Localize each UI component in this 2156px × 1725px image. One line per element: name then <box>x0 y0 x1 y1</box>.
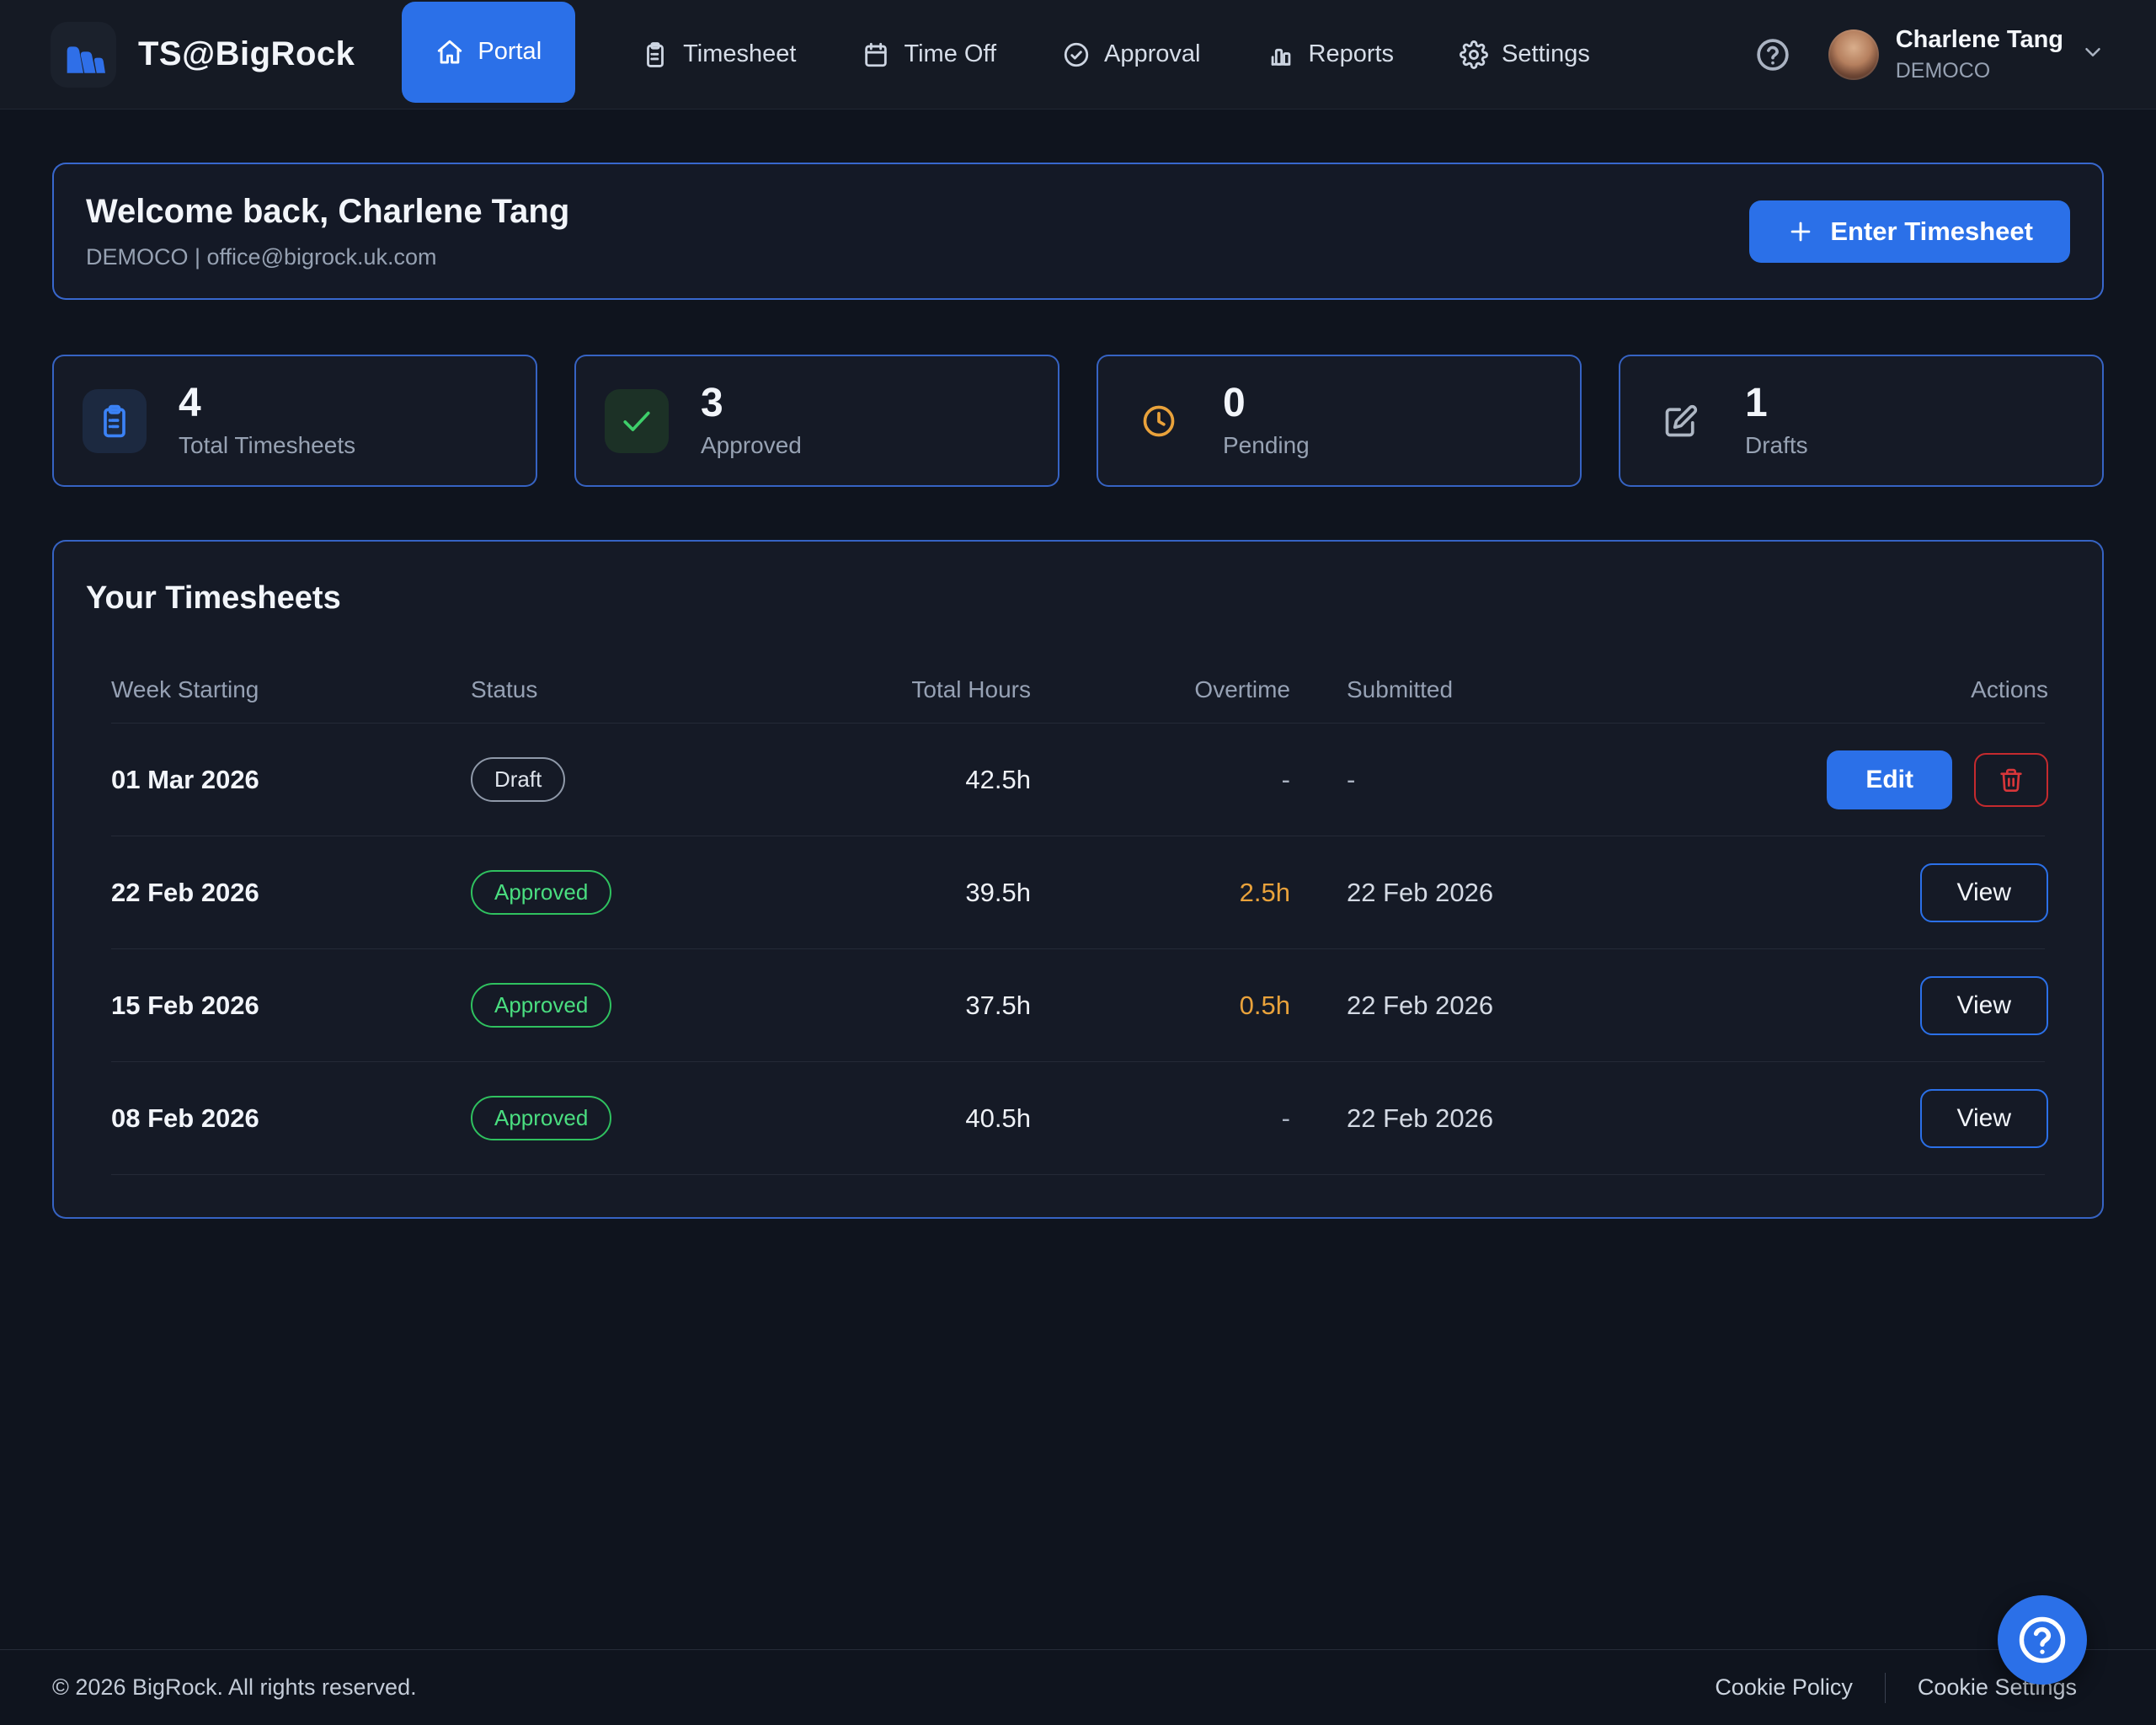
nav-item-portal[interactable]: Portal <box>402 2 575 103</box>
cell-overtime: - <box>1031 1103 1290 1134</box>
edit-icon <box>1649 389 1713 453</box>
col-total-hours: Total Hours <box>841 676 1031 703</box>
cell-overtime: 2.5h <box>1031 878 1290 908</box>
bar-chart-icon <box>1267 40 1295 69</box>
cell-actions: View <box>1804 863 2048 922</box>
stat-value: 4 <box>179 383 355 424</box>
nav-item-settings[interactable]: Settings <box>1460 0 1590 109</box>
stat-value: 1 <box>1745 383 1808 424</box>
gear-icon <box>1460 40 1488 69</box>
cell-total-hours: 40.5h <box>841 1103 1031 1134</box>
cell-actions: View <box>1804 1089 2048 1148</box>
panel-title: Your Timesheets <box>86 580 2072 617</box>
view-button[interactable]: View <box>1920 1089 2048 1148</box>
help-circle-icon <box>2015 1613 2069 1667</box>
help-fab-button[interactable] <box>1998 1595 2087 1685</box>
table-header: Week Starting Status Total Hours Overtim… <box>111 657 2045 723</box>
status-badge: Approved <box>471 870 611 915</box>
stats-row: 4 Total Timesheets 3 Approved 0 Pending … <box>52 355 2104 487</box>
footer: © 2026 BigRock. All rights reserved. Coo… <box>0 1649 2156 1725</box>
stat-value: 3 <box>701 383 802 424</box>
user-company: DEMOCO <box>1896 59 2063 83</box>
cell-submitted: 22 Feb 2026 <box>1290 878 1804 908</box>
table-row: 08 Feb 2026 Approved 40.5h - 22 Feb 2026… <box>111 1061 2045 1174</box>
stat-card-drafts: 1 Drafts <box>1619 355 2104 487</box>
cell-week-starting: 08 Feb 2026 <box>111 1103 471 1134</box>
avatar <box>1828 29 1879 80</box>
timesheets-table: Week Starting Status Total Hours Overtim… <box>84 657 2072 1175</box>
table-bottom-divider <box>111 1174 2045 1175</box>
timesheets-panel: Your Timesheets Week Starting Status Tot… <box>52 540 2104 1219</box>
cell-week-starting: 15 Feb 2026 <box>111 991 471 1021</box>
app-title: TS@BigRock <box>138 35 355 73</box>
cell-total-hours: 37.5h <box>841 991 1031 1021</box>
table-row: 22 Feb 2026 Approved 39.5h 2.5h 22 Feb 2… <box>111 836 2045 948</box>
stat-card-approved: 3 Approved <box>574 355 1059 487</box>
stat-value: 0 <box>1223 383 1310 424</box>
check-icon <box>605 389 669 453</box>
stat-label: Drafts <box>1745 432 1808 459</box>
cell-week-starting: 22 Feb 2026 <box>111 878 471 908</box>
col-week-starting: Week Starting <box>111 676 471 703</box>
stat-card-total-timesheets: 4 Total Timesheets <box>52 355 537 487</box>
edit-button[interactable]: Edit <box>1827 750 1952 809</box>
clipboard-icon <box>83 389 147 453</box>
welcome-banner: Welcome back, Charlene Tang DEMOCO | off… <box>52 163 2104 300</box>
cell-overtime: 0.5h <box>1031 991 1290 1021</box>
chevron-down-icon <box>2080 40 2105 69</box>
cell-actions: View <box>1804 976 2048 1035</box>
stat-card-pending: 0 Pending <box>1097 355 1582 487</box>
stat-label: Approved <box>701 432 802 459</box>
top-nav: TS@BigRock Portal Timesheet Time Off App… <box>0 0 2156 109</box>
col-submitted: Submitted <box>1290 676 1804 703</box>
status-badge: Approved <box>471 1096 611 1140</box>
view-button[interactable]: View <box>1920 863 2048 922</box>
footer-divider <box>1885 1673 1886 1703</box>
help-icon[interactable] <box>1754 36 1791 73</box>
nav-item-timesheet[interactable]: Timesheet <box>641 0 796 109</box>
user-name: Charlene Tang <box>1896 26 2063 54</box>
status-badge: Draft <box>471 757 565 802</box>
view-button[interactable]: View <box>1920 976 2048 1035</box>
nav-item-approval[interactable]: Approval <box>1062 0 1200 109</box>
delete-button[interactable] <box>1974 753 2048 807</box>
app-logo-icon <box>51 22 116 88</box>
col-overtime: Overtime <box>1031 676 1290 703</box>
stat-label: Pending <box>1223 432 1310 459</box>
clock-icon <box>1127 389 1191 453</box>
cell-submitted: 22 Feb 2026 <box>1290 1103 1804 1134</box>
calendar-icon <box>862 40 890 69</box>
main-content: Welcome back, Charlene Tang DEMOCO | off… <box>0 109 2156 1219</box>
cell-total-hours: 42.5h <box>841 765 1031 795</box>
plus-icon <box>1786 217 1815 246</box>
table-row: 15 Feb 2026 Approved 37.5h 0.5h 22 Feb 2… <box>111 948 2045 1061</box>
welcome-subtitle: DEMOCO | office@bigrock.uk.com <box>86 244 569 270</box>
user-menu[interactable]: Charlene Tang DEMOCO <box>1828 26 2105 83</box>
welcome-title: Welcome back, Charlene Tang <box>86 193 569 231</box>
check-circle-icon <box>1062 40 1091 69</box>
col-status: Status <box>471 676 841 703</box>
cell-week-starting: 01 Mar 2026 <box>111 765 471 795</box>
cookie-policy-link[interactable]: Cookie Policy <box>1715 1674 1853 1701</box>
enter-timesheet-button[interactable]: Enter Timesheet <box>1749 200 2070 263</box>
nav-menu: Portal Timesheet Time Off Approval Repor… <box>402 0 1589 109</box>
status-badge: Approved <box>471 983 611 1028</box>
cell-submitted: - <box>1290 765 1804 795</box>
trash-icon <box>1998 766 2025 793</box>
clipboard-icon <box>641 40 670 69</box>
stat-label: Total Timesheets <box>179 432 355 459</box>
table-row: 01 Mar 2026 Draft 42.5h - - Edit <box>111 723 2045 836</box>
brand: TS@BigRock <box>51 22 355 88</box>
col-actions: Actions <box>1804 676 2048 703</box>
nav-right: Charlene Tang DEMOCO <box>1754 26 2105 83</box>
cell-overtime: - <box>1031 765 1290 795</box>
cell-submitted: 22 Feb 2026 <box>1290 991 1804 1021</box>
copyright-text: © 2026 BigRock. All rights reserved. <box>52 1674 417 1701</box>
nav-item-time-off[interactable]: Time Off <box>862 0 996 109</box>
home-icon <box>435 38 464 67</box>
nav-item-reports[interactable]: Reports <box>1267 0 1395 109</box>
cell-total-hours: 39.5h <box>841 878 1031 908</box>
cell-actions: Edit <box>1804 750 2048 809</box>
